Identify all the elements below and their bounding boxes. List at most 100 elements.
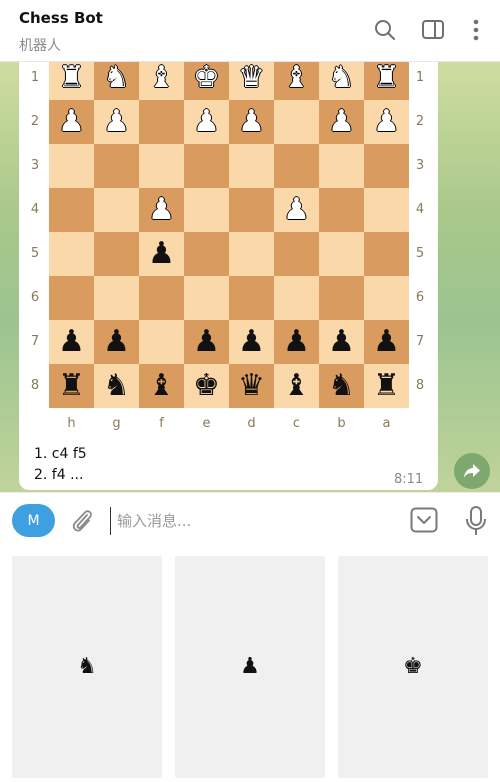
rank-label: 3 xyxy=(30,158,40,173)
black-pawn-icon: ♟ xyxy=(103,324,130,359)
file-label: e xyxy=(202,416,211,431)
board-square: ♟ xyxy=(49,100,94,144)
microphone-icon xyxy=(466,506,486,535)
black-pawn-icon: ♟ xyxy=(193,324,220,359)
more-vert-icon xyxy=(473,19,479,41)
rank-label: 2 xyxy=(30,114,40,129)
white-pawn-icon: ♟ xyxy=(193,104,220,139)
rank-label: 6 xyxy=(30,290,40,305)
file-label: c xyxy=(292,416,301,431)
message-input[interactable] xyxy=(110,507,390,535)
board-square xyxy=(184,188,229,232)
board-square xyxy=(274,100,319,144)
rank-label: 5 xyxy=(415,246,425,261)
chat-header: Chess Bot 机器人 xyxy=(0,0,500,62)
white-pawn-icon: ♟ xyxy=(238,104,265,139)
rank-label: 2 xyxy=(415,114,425,129)
paperclip-icon xyxy=(72,510,92,532)
board-square xyxy=(229,276,274,320)
rank-label: 1 xyxy=(415,70,425,85)
board-square: ♟ xyxy=(94,100,139,144)
black-queen-icon: ♛ xyxy=(238,368,265,403)
board-square: ♟ xyxy=(364,100,409,144)
black-rook-icon: ♜ xyxy=(373,368,400,403)
chat-title[interactable]: Chess Bot xyxy=(19,9,103,27)
board-square xyxy=(364,188,409,232)
app-window: Chess Bot 机器人 ♜ ♞ ♝ ♚ ♛ ♝ ♞ ♜ ♟ ♟ ♟ ♟ ♟ ♟ ♟ ♟ ♟ ♟ ♟ ♟ ♟ ♟ ♟ ♟ ♜ ♞… xyxy=(0,0,500,782)
keyboard-button-knight[interactable]: ♞ xyxy=(12,556,162,778)
sidebar-toggle-button[interactable] xyxy=(417,14,449,46)
rank-label: 7 xyxy=(30,334,40,349)
board-square xyxy=(364,144,409,188)
message-input-bar: M xyxy=(0,492,500,548)
board-square xyxy=(49,232,94,276)
white-pawn-icon: ♟ xyxy=(58,104,85,139)
black-pawn-icon: ♟ xyxy=(373,324,400,359)
black-knight-icon: ♞ xyxy=(103,368,130,403)
black-pawn-icon: ♟ xyxy=(240,654,260,679)
board-square: ♟ xyxy=(49,320,94,364)
black-knight-icon: ♞ xyxy=(77,654,97,679)
board-square xyxy=(94,232,139,276)
white-pawn-icon: ♟ xyxy=(328,104,355,139)
board-square: ♜ xyxy=(49,364,94,408)
board-square: ♟ xyxy=(364,320,409,364)
white-pawn-icon: ♟ xyxy=(373,104,400,139)
rank-label: 1 xyxy=(30,70,40,85)
board-square xyxy=(139,144,184,188)
board-square xyxy=(184,232,229,276)
black-pawn-icon: ♟ xyxy=(238,324,265,359)
board-square: ♟ xyxy=(184,100,229,144)
share-arrow-icon xyxy=(464,464,480,478)
rank-label: 4 xyxy=(30,202,40,217)
white-queen-icon: ♛ xyxy=(238,62,265,95)
board-square: ♞ xyxy=(94,62,139,100)
file-label: h xyxy=(67,416,76,431)
keyboard-button-pawn[interactable]: ♟ xyxy=(175,556,325,778)
board-square: ♛ xyxy=(229,62,274,100)
board-square: ♞ xyxy=(94,364,139,408)
board-square: ♝ xyxy=(139,62,184,100)
board-square xyxy=(274,276,319,320)
board-square: ♞ xyxy=(319,364,364,408)
bot-keyboard-toggle-button[interactable] xyxy=(410,506,438,534)
attach-button[interactable] xyxy=(68,506,96,536)
white-king-icon: ♚ xyxy=(193,62,220,95)
keyboard-button-king[interactable]: ♚ xyxy=(338,556,488,778)
white-rook-icon: ♜ xyxy=(373,62,400,95)
board-square: ♚ xyxy=(184,62,229,100)
board-square: ♛ xyxy=(229,364,274,408)
avatar[interactable]: M xyxy=(12,504,55,537)
message-time: 8:11 xyxy=(394,472,424,487)
search-icon xyxy=(375,20,395,40)
board-square: ♟ xyxy=(319,100,364,144)
board-square: ♟ xyxy=(274,320,319,364)
search-button[interactable] xyxy=(369,14,401,46)
board-square xyxy=(94,144,139,188)
board-square xyxy=(139,276,184,320)
white-rook-icon: ♜ xyxy=(58,62,85,95)
white-knight-icon: ♞ xyxy=(328,62,355,95)
board-square: ♟ xyxy=(229,320,274,364)
black-pawn-icon: ♟ xyxy=(283,324,310,359)
board-square xyxy=(364,276,409,320)
board-square: ♟ xyxy=(184,320,229,364)
voice-record-button[interactable] xyxy=(464,505,488,537)
move-list: 1. c4 f5 2. f4 ... xyxy=(34,444,87,486)
more-button[interactable] xyxy=(460,14,492,46)
board-square xyxy=(319,276,364,320)
share-button[interactable] xyxy=(454,453,490,489)
board-square xyxy=(184,144,229,188)
board-square xyxy=(49,144,94,188)
board-square xyxy=(319,144,364,188)
white-pawn-icon: ♟ xyxy=(283,192,310,227)
board-square: ♜ xyxy=(364,364,409,408)
rank-label: 4 xyxy=(415,202,425,217)
chat-area[interactable]: ♜ ♞ ♝ ♚ ♛ ♝ ♞ ♜ ♟ ♟ ♟ ♟ ♟ ♟ ♟ ♟ ♟ ♟ ♟ ♟ ♟ ♟ ♟ ♟ ♜ ♞ ♝ ♚ ♛ ♝ ♞ ♜ 1 1 2 2 3 3 4… xyxy=(0,62,500,492)
rank-label: 6 xyxy=(415,290,425,305)
board-square: ♟ xyxy=(274,188,319,232)
board-square: ♟ xyxy=(94,320,139,364)
board-square: ♚ xyxy=(184,364,229,408)
white-bishop-icon: ♝ xyxy=(283,62,310,95)
white-pawn-icon: ♟ xyxy=(103,104,130,139)
